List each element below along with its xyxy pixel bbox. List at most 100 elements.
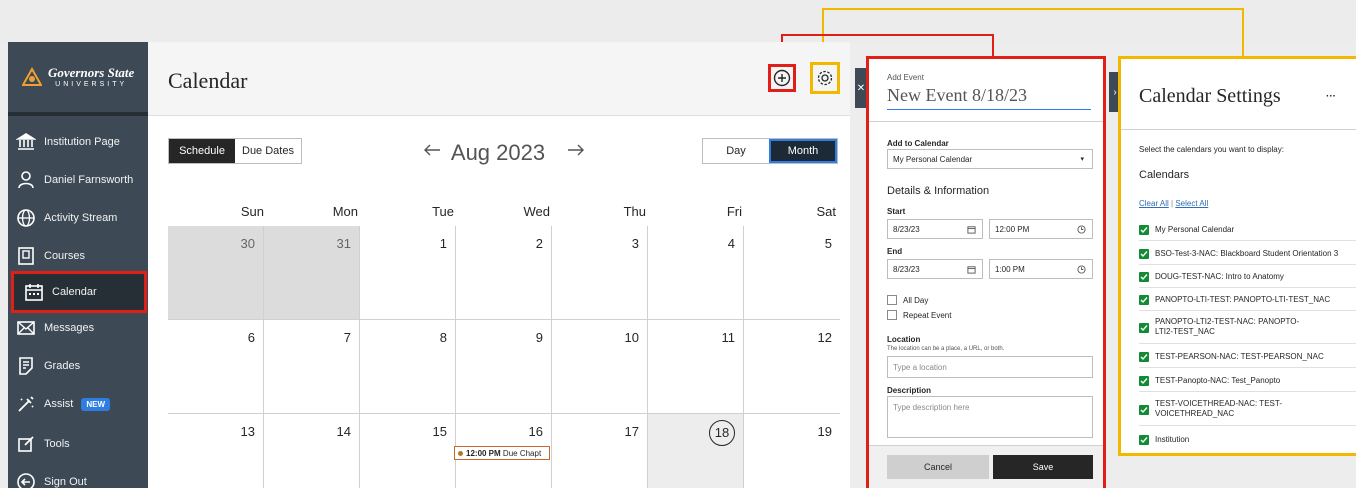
event-title: Due Chapt xyxy=(502,448,542,458)
divider xyxy=(1139,367,1356,368)
day-cell[interactable]: 5 xyxy=(744,226,840,320)
calendar-checkbox[interactable] xyxy=(1139,376,1149,386)
end-time-input[interactable]: 1:00 PM xyxy=(989,259,1093,279)
calendar-checkbox[interactable] xyxy=(1139,323,1149,333)
day-number: 17 xyxy=(624,424,639,439)
yellow-connector-right xyxy=(1242,8,1244,58)
save-button[interactable]: Save xyxy=(993,455,1093,479)
calendar-event[interactable]: 12:00 PM Due Chapt xyxy=(454,446,550,460)
day-cell[interactable]: 14 xyxy=(264,414,360,488)
chevron-right-icon: › xyxy=(1113,86,1117,98)
nav-calendar[interactable]: Calendar xyxy=(11,271,147,313)
repeat-event-checkbox[interactable] xyxy=(887,310,897,320)
day-number: 8 xyxy=(439,330,447,345)
end-date-input[interactable]: 8/23/23 xyxy=(887,259,983,279)
start-time-input[interactable]: 12:00 PM xyxy=(989,219,1093,239)
calendar-settings-button[interactable] xyxy=(810,62,840,94)
day-number: 14 xyxy=(336,424,351,439)
nav-grades[interactable]: Grades xyxy=(8,348,148,384)
event-title-input[interactable]: New Event 8/18/23 xyxy=(887,85,1091,110)
nav-label: Daniel Farnsworth xyxy=(44,174,134,186)
page-title: Calendar xyxy=(168,68,248,93)
day-cell[interactable]: 9 xyxy=(456,320,552,414)
calendar-checkbox[interactable] xyxy=(1139,272,1149,282)
divider xyxy=(1121,129,1356,130)
start-date-input[interactable]: 8/23/23 xyxy=(887,219,983,239)
red-connector-right xyxy=(992,34,994,58)
calendar-checkbox[interactable] xyxy=(1139,405,1149,415)
day-cell-today[interactable]: 18 xyxy=(648,414,744,488)
panel-heading: Add Event xyxy=(887,73,924,82)
gear-icon xyxy=(817,70,833,86)
select-all-link[interactable]: Select All xyxy=(1175,199,1208,208)
day-cell[interactable]: 11 xyxy=(648,320,744,414)
divider xyxy=(1139,391,1356,392)
day-cell[interactable]: 7 xyxy=(264,320,360,414)
calendar-checkbox[interactable] xyxy=(1139,435,1149,445)
month-view-button[interactable]: Month xyxy=(769,139,837,163)
nav-profile[interactable]: Daniel Farnsworth xyxy=(8,162,148,198)
day-cell[interactable]: 3 xyxy=(552,226,648,320)
top-background xyxy=(0,0,1356,42)
nav-tools[interactable]: Tools xyxy=(8,426,148,462)
nav-label: Messages xyxy=(44,322,95,334)
check-icon xyxy=(1140,437,1148,444)
due-dates-tab[interactable]: Due Dates xyxy=(235,139,301,163)
day-cell[interactable]: 17 xyxy=(552,414,648,488)
calendar-checkbox[interactable] xyxy=(1139,225,1149,235)
nav-label: Calendar xyxy=(52,286,97,298)
new-badge: NEW xyxy=(81,397,111,411)
day-cell[interactable]: 12 xyxy=(744,320,840,414)
day-view-button[interactable]: Day xyxy=(703,139,769,163)
calendar-checkbox[interactable] xyxy=(1139,249,1149,259)
start-label: Start xyxy=(887,207,906,216)
day-of-week-header: Sun xyxy=(240,204,264,219)
day-number: 2 xyxy=(535,236,543,251)
nav-activity-stream[interactable]: Activity Stream xyxy=(8,200,148,236)
day-cell[interactable]: 1 xyxy=(360,226,456,320)
day-cell[interactable]: 13 xyxy=(168,414,264,488)
day-number: 12 xyxy=(817,330,832,345)
view-toggle: Schedule Due Dates xyxy=(168,138,302,164)
nav-messages[interactable]: Messages xyxy=(8,310,148,346)
range-toggle: Day Month xyxy=(702,138,838,164)
day-number: 6 xyxy=(247,330,255,345)
nav-sign-out[interactable]: Sign Out xyxy=(8,464,148,488)
schedule-tab[interactable]: Schedule xyxy=(169,139,235,163)
today-marker: 18 xyxy=(709,420,735,446)
day-cell[interactable]: 31 xyxy=(264,226,360,320)
grades-icon xyxy=(19,357,33,375)
next-month-arrow-icon[interactable] xyxy=(566,142,586,158)
university-logo[interactable]: Governors State UNIVERSITY xyxy=(8,42,148,116)
calendar-checkbox[interactable] xyxy=(1139,295,1149,305)
calendar-name: TEST-Panopto-NAC: Test_Panopto xyxy=(1155,376,1281,385)
add-event-button[interactable] xyxy=(768,64,796,92)
day-cell[interactable]: 8 xyxy=(360,320,456,414)
more-options-icon[interactable]: ··· xyxy=(1326,91,1336,102)
day-of-week-header: Sat xyxy=(816,204,836,219)
day-cell[interactable]: 19 xyxy=(744,414,840,488)
check-icon xyxy=(1140,378,1148,385)
day-cell[interactable]: 6 xyxy=(168,320,264,414)
check-icon xyxy=(1140,274,1148,281)
location-input[interactable]: Type a location xyxy=(887,356,1093,378)
calendar-name: My Personal Calendar xyxy=(1155,225,1235,234)
day-cell[interactable]: 4 xyxy=(648,226,744,320)
nav-institution-page[interactable]: Institution Page xyxy=(8,124,148,160)
day-cell[interactable]: 15 xyxy=(360,414,456,488)
calendar-checkbox[interactable] xyxy=(1139,352,1149,362)
clear-all-link[interactable]: Clear All xyxy=(1139,199,1169,208)
clock-icon xyxy=(1077,224,1086,234)
clock-icon xyxy=(1077,264,1086,274)
day-cell[interactable]: 10 xyxy=(552,320,648,414)
end-time-value: 1:00 PM xyxy=(995,264,1025,274)
settings-title: Calendar Settings xyxy=(1139,85,1281,107)
all-day-checkbox[interactable] xyxy=(887,295,897,305)
nav-courses[interactable]: Courses xyxy=(8,238,148,274)
nav-assist[interactable]: Assist NEW xyxy=(8,386,148,422)
calendar-select[interactable]: My Personal Calendar ▾ xyxy=(887,149,1093,169)
day-cell[interactable]: 2 xyxy=(456,226,552,320)
description-textarea[interactable]: Type description here xyxy=(887,396,1093,438)
cancel-button[interactable]: Cancel xyxy=(887,455,989,479)
day-cell[interactable]: 30 xyxy=(168,226,264,320)
